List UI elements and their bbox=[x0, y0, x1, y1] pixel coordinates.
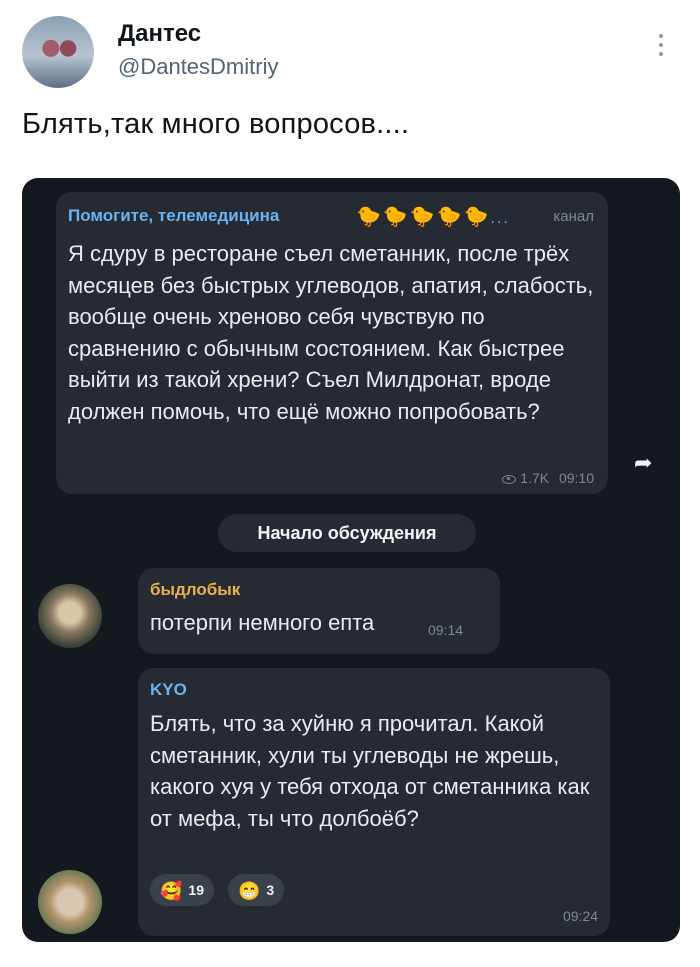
reply-author[interactable]: быдлобык bbox=[150, 580, 240, 600]
channel-post-bubble: Помогите, телемедицина 🐤🐤🐤🐤🐤... канал Я … bbox=[56, 192, 608, 494]
reply-bubble: KYO Блять, что за хуйню я прочитал. Како… bbox=[138, 668, 610, 936]
reply-time: 09:24 bbox=[562, 908, 598, 924]
author-handle[interactable]: @DantesDmitriy bbox=[118, 54, 278, 80]
channel-post-meta: 1.7K 09:10 bbox=[502, 470, 594, 486]
more-vertical-icon[interactable] bbox=[658, 34, 664, 60]
reply-author[interactable]: KYO bbox=[150, 680, 187, 700]
grin-face-icon: 😁 bbox=[238, 881, 261, 901]
reaction-count: 3 bbox=[266, 882, 275, 898]
discussion-start-label: Начало обсуждения bbox=[218, 514, 476, 552]
channel-post-text: Я сдуру в ресторане съел сметанник, посл… bbox=[68, 241, 594, 424]
reply-avatar[interactable] bbox=[38, 584, 102, 648]
tweet-media-screenshot[interactable]: Помогите, телемедицина 🐤🐤🐤🐤🐤... канал Я … bbox=[22, 178, 680, 942]
eye-icon bbox=[502, 475, 517, 484]
reply-bubble: быдлобык потерпи немного епта 09:14 bbox=[138, 568, 500, 654]
reaction-chip[interactable]: 😁 3 bbox=[228, 874, 285, 906]
reply-text: Блять, что за хуйню я прочитал. Какой см… bbox=[150, 711, 590, 831]
reactions-row: 🥰 19 😁 3 bbox=[150, 874, 298, 906]
duck-emoji-icons: 🐤🐤🐤🐤🐤... bbox=[356, 206, 510, 228]
reply-avatar[interactable] bbox=[38, 870, 102, 934]
channel-name[interactable]: Помогите, телемедицина bbox=[68, 206, 279, 226]
reaction-count: 19 bbox=[188, 882, 204, 898]
reply-text: потерпи немного епта bbox=[150, 610, 375, 635]
forward-icon[interactable]: ➦ bbox=[634, 450, 654, 475]
reply-time: 09:14 bbox=[428, 622, 464, 638]
tweet-header: Дантес @DantesDmitriy bbox=[22, 14, 678, 94]
smiling-face-hearts-icon: 🥰 bbox=[160, 881, 183, 901]
channel-tag: канал bbox=[553, 208, 594, 225]
author-name[interactable]: Дантес bbox=[118, 20, 201, 48]
tweet-text: Блять,так много вопросов.... bbox=[22, 108, 410, 140]
view-count: 1.7K bbox=[520, 470, 550, 486]
post-time: 09:10 bbox=[558, 470, 594, 486]
reaction-chip[interactable]: 🥰 19 bbox=[150, 874, 214, 906]
author-avatar[interactable] bbox=[22, 16, 94, 88]
